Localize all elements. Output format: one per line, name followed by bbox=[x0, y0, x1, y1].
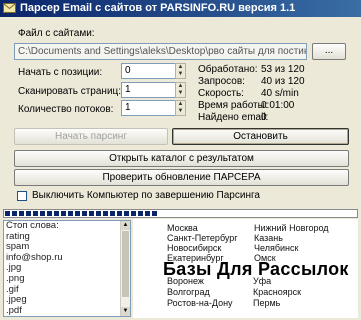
scroll-down-icon[interactable]: ▼ bbox=[121, 307, 130, 316]
processed-label: Обработано: bbox=[198, 64, 258, 75]
banner-city: Новосибирск bbox=[167, 243, 222, 253]
stopwords-label: Стоп слова: bbox=[6, 220, 59, 231]
banner-city: Санкт-Петербург bbox=[167, 233, 238, 243]
scan-pages-spinner[interactable]: ▲ ▼ bbox=[175, 82, 186, 98]
spin-down-icon[interactable]: ▼ bbox=[176, 90, 185, 97]
banner-city: Казань bbox=[254, 233, 283, 243]
uptime-label: Время работы: bbox=[198, 100, 268, 111]
browse-button[interactable]: ... bbox=[312, 43, 346, 60]
start-parsing-button[interactable]: Начать парсинг bbox=[14, 128, 168, 145]
requests-value: 40 из 120 bbox=[261, 76, 305, 87]
banner-city: Нижний Новгород bbox=[254, 223, 329, 233]
stopword-item: info@shop.ru bbox=[6, 251, 63, 263]
stopword-item: .pdf bbox=[6, 304, 22, 316]
check-update-button[interactable]: Проверить обновление ПАРСЕРА bbox=[14, 169, 349, 186]
ad-banner[interactable]: Москва Санкт-Петербург Новосибирск Екатерин… bbox=[133, 219, 358, 318]
memo-scrollbar[interactable]: ▲ ▼ bbox=[120, 221, 130, 316]
spin-down-icon[interactable]: ▼ bbox=[176, 108, 185, 115]
scan-pages-label: Сканировать страниц: bbox=[18, 86, 122, 97]
requests-label: Запросов: bbox=[198, 76, 245, 87]
stopword-item: .png bbox=[6, 272, 25, 284]
main-window: Парсер Email с сайтов от PARSINFO.RU вер… bbox=[0, 0, 361, 320]
stopwords-memo[interactable]: Стоп слова: rating spam info@shop.ru .jpg .p… bbox=[3, 220, 131, 317]
progress-bar bbox=[3, 209, 358, 218]
spin-up-icon[interactable]: ▲ bbox=[176, 64, 185, 71]
speed-label: Скорость: bbox=[198, 88, 244, 99]
threads-spinner[interactable]: ▲ ▼ bbox=[175, 100, 186, 116]
file-path-field[interactable]: C:\Documents and Settings\aleks\Desktop\… bbox=[14, 43, 307, 60]
shutdown-checkbox[interactable] bbox=[17, 191, 27, 201]
stopwords-list[interactable]: Стоп слова: rating spam info@shop.ru .jpg .p… bbox=[4, 220, 130, 317]
file-label: Файл с сайтами: bbox=[18, 28, 95, 39]
title-bar[interactable]: Парсер Email с сайтов от PARSINFO.RU вер… bbox=[0, 0, 361, 17]
banner-city: Воронеж bbox=[167, 276, 204, 286]
stopword-item: .js bbox=[6, 316, 16, 317]
window-title: Парсер Email с сайтов от PARSINFO.RU вер… bbox=[20, 2, 296, 14]
banner-city: Уфа bbox=[253, 276, 272, 286]
speed-value: 40 s/min bbox=[261, 88, 299, 99]
scroll-thumb[interactable] bbox=[122, 231, 129, 297]
found-email-value: 0 bbox=[261, 112, 267, 123]
start-position-label: Начать с позиции: bbox=[18, 67, 103, 78]
found-email-label: Найдено email: bbox=[198, 112, 269, 123]
progress-fill bbox=[5, 211, 159, 216]
open-results-folder-button[interactable]: Открыть каталог с результатом bbox=[14, 150, 349, 167]
banner-city: Пермь bbox=[253, 298, 281, 308]
threads-label: Количество потоков: bbox=[18, 104, 114, 115]
start-position-spinner[interactable]: ▲ ▼ bbox=[175, 63, 186, 79]
envelope-app-icon bbox=[3, 3, 16, 13]
uptime-value: 0:01:00 bbox=[261, 100, 295, 111]
banner-city: Челябинск bbox=[254, 243, 299, 253]
spin-up-icon[interactable]: ▲ bbox=[176, 101, 185, 108]
stopword-item: .jpeg bbox=[6, 294, 27, 306]
stop-button[interactable]: Остановить bbox=[172, 128, 349, 145]
banner-city: Москва bbox=[167, 223, 198, 233]
scroll-up-icon[interactable]: ▲ bbox=[121, 221, 130, 230]
banner-city: Ростов-на-Дону bbox=[167, 298, 233, 308]
processed-value: 53 из 120 bbox=[261, 64, 305, 75]
shutdown-label[interactable]: Выключить Компьютер по завершению Парсин… bbox=[32, 190, 260, 201]
spin-up-icon[interactable]: ▲ bbox=[176, 83, 185, 90]
banner-city: Волгоград bbox=[167, 287, 210, 297]
banner-city: Красноярск bbox=[253, 287, 302, 297]
spin-down-icon[interactable]: ▼ bbox=[176, 71, 185, 78]
